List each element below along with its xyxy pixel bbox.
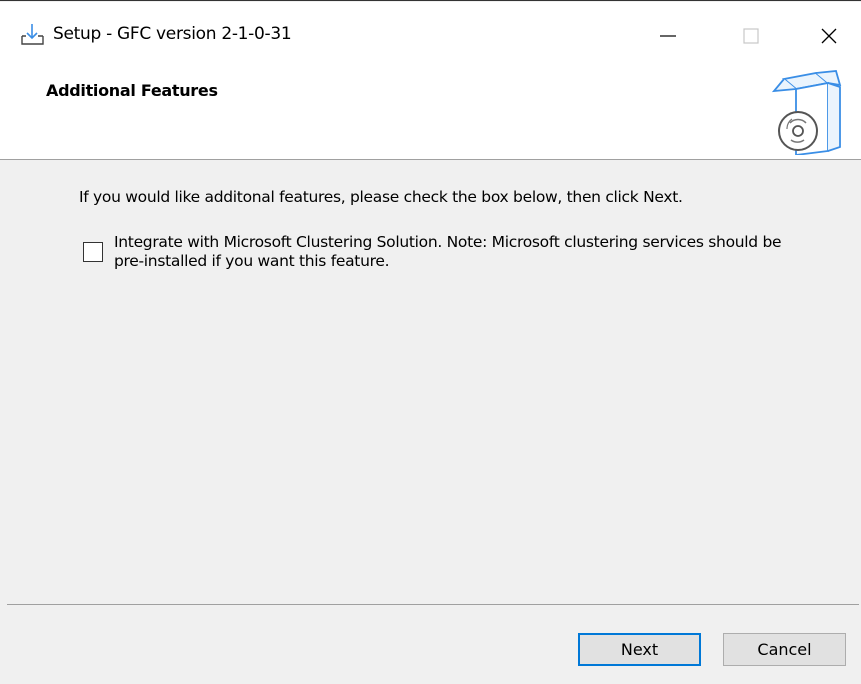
close-icon xyxy=(821,28,837,44)
minimize-icon xyxy=(660,35,676,37)
maximize-icon xyxy=(743,28,759,44)
cancel-button[interactable]: Cancel xyxy=(723,633,846,666)
close-button[interactable] xyxy=(806,14,852,58)
next-button[interactable]: Next xyxy=(578,633,701,666)
maximize-button[interactable] xyxy=(728,14,774,58)
setup-window: Setup - GFC version 2-1-0-31 Additional … xyxy=(0,0,861,684)
content-area: If you would like additonal features, pl… xyxy=(0,160,861,604)
software-box-cd-icon xyxy=(770,69,842,157)
instruction-text: If you would like additonal features, pl… xyxy=(79,188,683,206)
button-bar: Next Cancel xyxy=(0,605,861,684)
wizard-header: Additional Features xyxy=(0,60,861,160)
minimize-button[interactable] xyxy=(645,14,691,58)
download-tray-icon xyxy=(19,22,47,50)
title-bar[interactable]: Setup - GFC version 2-1-0-31 xyxy=(0,2,861,60)
page-title: Additional Features xyxy=(46,81,218,100)
window-title: Setup - GFC version 2-1-0-31 xyxy=(53,24,292,44)
clustering-checkbox[interactable] xyxy=(83,242,103,262)
clustering-option-label[interactable]: Integrate with Microsoft Clustering Solu… xyxy=(114,233,814,271)
